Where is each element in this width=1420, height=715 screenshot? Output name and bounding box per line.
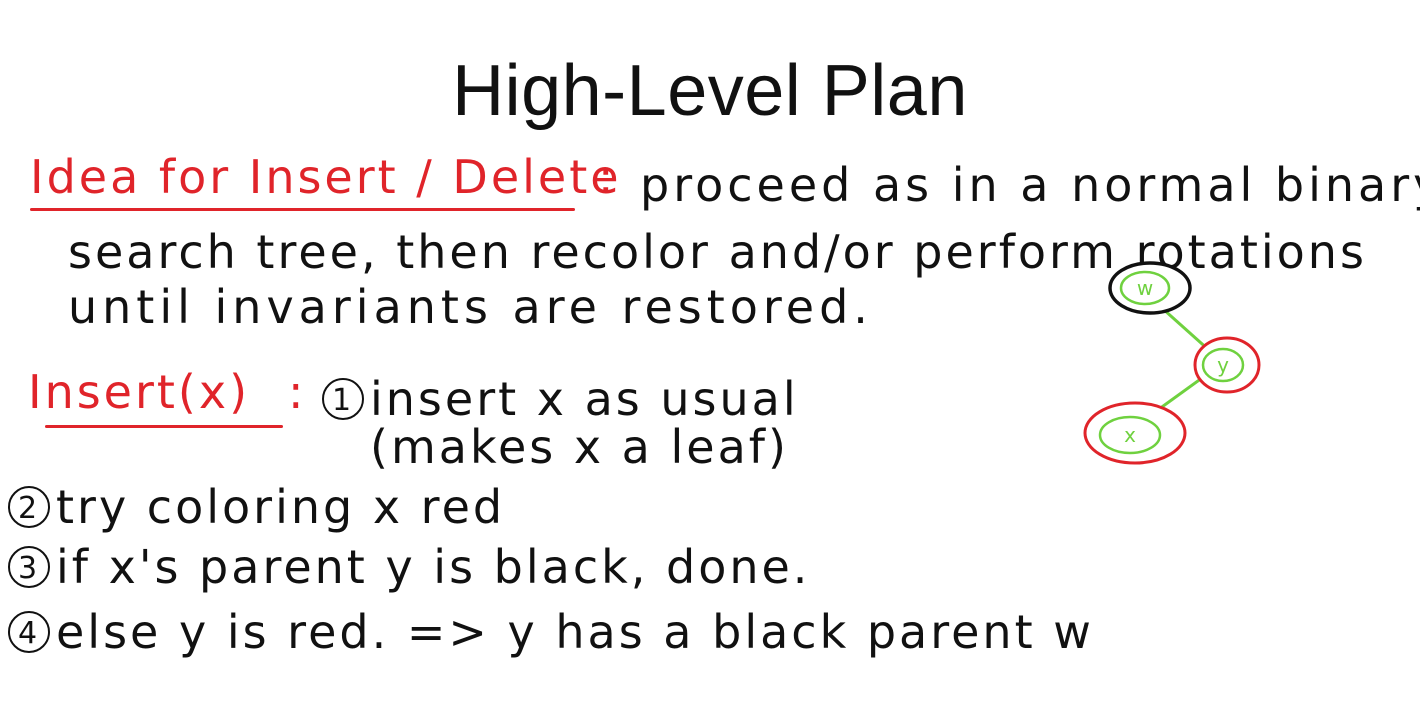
tree-diagram: w y x — [1083, 261, 1261, 465]
slide: High-Level Plan Idea for Insert / Delete… — [0, 0, 1420, 715]
step-2: 2 try coloring x red — [8, 480, 505, 534]
step-1-note: (makes x a leaf) — [370, 420, 789, 474]
slide-title: High-Level Plan — [452, 51, 968, 131]
insert-colon: : — [288, 365, 307, 419]
step-4-number: 4 — [8, 611, 50, 653]
step-3: 3 if x's parent y is black, done. — [8, 540, 810, 594]
step-2-text: try coloring x red — [56, 480, 506, 534]
node-x: x — [1083, 401, 1187, 465]
node-y-label: y — [1217, 353, 1229, 377]
step-2-number: 2 — [8, 486, 50, 528]
node-w: w — [1108, 261, 1192, 315]
insert-underline — [45, 425, 283, 428]
step-1: 1 insert x as usual — [322, 372, 799, 426]
insert-label: Insert(x) — [28, 365, 251, 419]
step-1-text: insert x as usual — [370, 372, 799, 426]
idea-label: Idea for Insert / Delete — [30, 150, 622, 204]
step-3-text: if x's parent y is black, done. — [56, 540, 811, 594]
step-4: 4 else y is red. => y has a black parent… — [8, 605, 1094, 659]
step-1-number: 1 — [322, 378, 364, 420]
idea-line-1: proceed as in a normal binary — [640, 158, 1420, 212]
idea-colon: : — [598, 150, 617, 204]
idea-line-3: until invariants are restored. — [68, 280, 873, 334]
node-y: y — [1193, 336, 1261, 394]
node-x-label: x — [1124, 423, 1136, 447]
step-3-number: 3 — [8, 546, 50, 588]
step-4-text: else y is red. => y has a black parent w — [56, 605, 1094, 659]
idea-underline — [30, 208, 575, 211]
node-w-label: w — [1137, 276, 1153, 300]
